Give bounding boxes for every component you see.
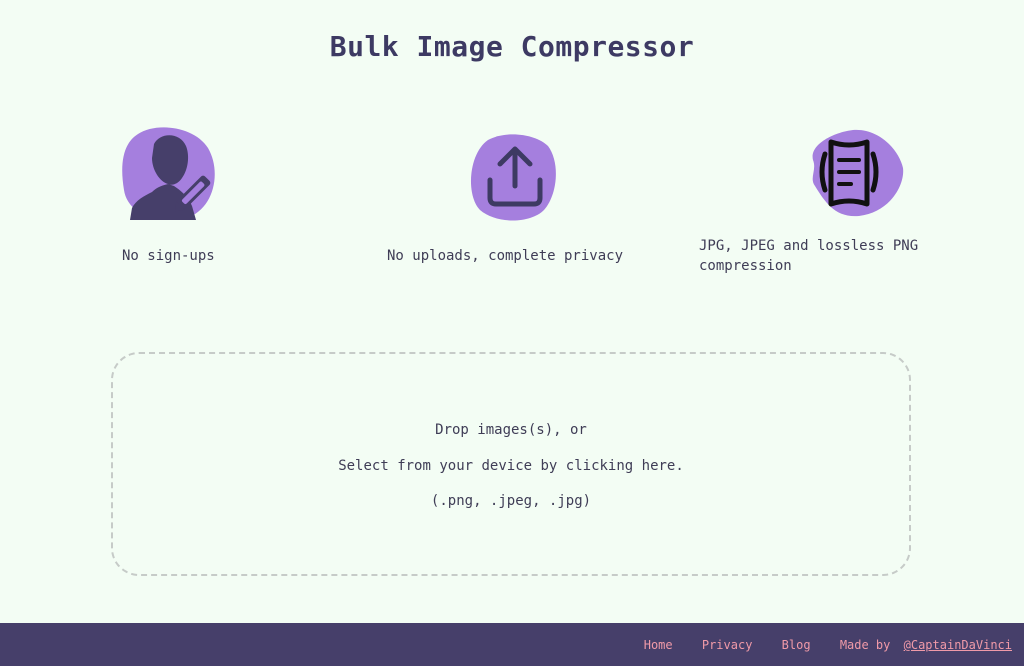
made-by-label: Made by — [839, 638, 891, 652]
feature-label: JPG, JPEG and lossless PNG compression — [699, 238, 919, 274]
footer-link-home[interactable]: Home — [644, 638, 673, 652]
feature-no-signups: No sign-ups — [110, 124, 226, 264]
footer-nav: Home Privacy Blog Made by @CaptainDaVinc… — [622, 638, 1012, 652]
author-link[interactable]: @CaptainDaVinci — [904, 638, 1012, 652]
feature-label: No sign-ups — [122, 248, 215, 264]
dropzone-file-types: (.png, .jpeg, .jpg) — [430, 493, 592, 509]
page: Bulk Image Compressor No sign-ups No upl… — [0, 0, 1024, 666]
user-edit-icon — [122, 127, 215, 220]
image-dropzone[interactable]: Drop images(s), or Select from your devi… — [111, 352, 911, 576]
footer: Home Privacy Blog Made by @CaptainDaVinc… — [0, 623, 1024, 666]
feature-label: No uploads, complete privacy — [387, 248, 624, 264]
footer-link-privacy[interactable]: Privacy — [702, 638, 753, 652]
dropzone-instruction: Drop images(s), or — [435, 422, 587, 438]
dropzone-select-prompt: Select from your device by clicking here… — [338, 458, 684, 474]
document-compress-icon — [812, 129, 904, 217]
upload-icon — [470, 134, 556, 221]
feature-compression: JPG, JPEG and lossless PNG compression — [699, 124, 918, 274]
feature-privacy: No uploads, complete privacy — [387, 124, 623, 264]
page-title: Bulk Image Compressor — [329, 30, 695, 63]
footer-link-blog[interactable]: Blog — [782, 638, 811, 652]
